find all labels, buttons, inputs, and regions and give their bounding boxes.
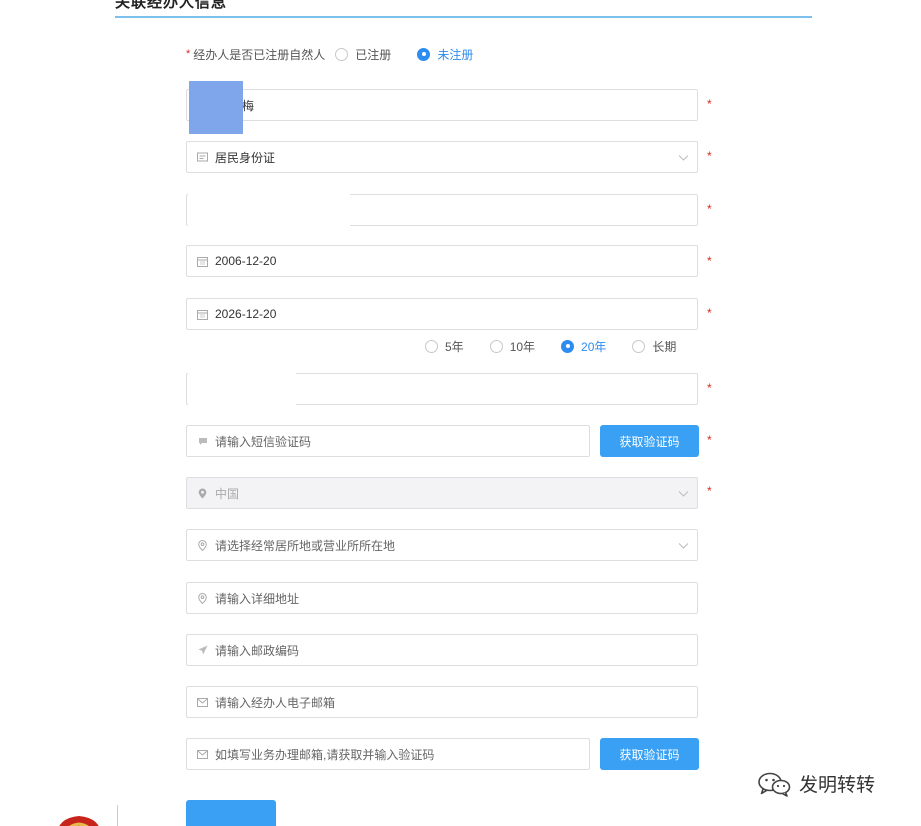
location-pin-icon [197, 539, 208, 551]
emblem-logo-icon [59, 816, 99, 826]
required-mark: * [707, 484, 712, 498]
chevron-down-icon [678, 491, 689, 497]
required-mark: * [707, 306, 712, 320]
agent-info-form-page: 关联经办人信息 * 经办人是否已注册自然人 已注册 未注册 梅 * 居民身份证 … [0, 0, 921, 826]
country-value: 中国 [215, 486, 240, 501]
radio-checked-icon[interactable] [417, 47, 431, 61]
radio-circle-icon[interactable] [632, 339, 646, 353]
valid-to-value: 2026-12-20 [215, 307, 277, 321]
agent-name-value: 梅 [242, 98, 255, 113]
sms-code-input[interactable]: 请输入短信验证码 [186, 425, 590, 457]
registration-row: * 经办人是否已注册自然人 已注册 未注册 [186, 44, 473, 64]
submit-button[interactable] [186, 800, 276, 826]
postal-code-placeholder: 请输入邮政编码 [215, 643, 300, 658]
required-mark: * [707, 254, 712, 268]
get-sms-code-button[interactable]: 获取验证码 [600, 425, 699, 457]
wechat-icon [758, 772, 791, 797]
send-icon [197, 645, 208, 656]
residence-select[interactable]: 请选择经常居所地或营业所所在地 [186, 529, 698, 561]
calendar-icon [197, 256, 208, 267]
redaction-mask [188, 368, 296, 408]
section-title: 关联经办人信息 [115, 0, 228, 11]
chevron-down-icon [678, 155, 689, 161]
business-email-placeholder: 如填写业务办理邮箱,请获取并输入验证码 [215, 747, 435, 762]
id-card-icon [197, 152, 208, 163]
radio-not-registered-label: 未注册 [437, 47, 474, 62]
chevron-down-icon [678, 543, 689, 549]
required-mark: * [707, 97, 712, 111]
radio-circle-icon[interactable] [335, 47, 349, 61]
valid-to-date-field[interactable]: 2026-12-20 [186, 298, 698, 330]
radio-circle-icon[interactable] [489, 339, 503, 353]
redaction-mask [188, 190, 350, 230]
watermark-text: 发明转转 [799, 775, 876, 796]
term-label: 5年 [445, 339, 464, 354]
term-option-10y[interactable]: 10年 [489, 338, 536, 355]
radio-checked-icon[interactable] [561, 339, 575, 353]
id-type-value: 居民身份证 [215, 150, 276, 165]
mail-icon [197, 749, 208, 760]
required-mark: * [707, 381, 712, 395]
wechat-watermark: 发明转转 [757, 770, 875, 797]
term-label: 10年 [509, 339, 536, 354]
radio-registered[interactable]: 已注册 [335, 46, 391, 63]
valid-from-date-field[interactable]: 2006-12-20 [186, 245, 698, 277]
mail-icon [197, 697, 208, 708]
valid-from-value: 2006-12-20 [215, 254, 277, 268]
business-email-input[interactable]: 如填写业务办理邮箱,请获取并输入验证码 [186, 738, 590, 770]
address-placeholder: 请输入详细地址 [215, 591, 300, 606]
calendar-icon [197, 309, 208, 320]
location-pin-icon [197, 592, 208, 604]
redaction-mask [189, 81, 243, 134]
residence-placeholder: 请选择经常居所地或营业所所在地 [215, 538, 396, 553]
footer-divider [117, 805, 118, 826]
id-type-select[interactable]: 居民身份证 [186, 141, 698, 173]
required-mark: * [707, 433, 712, 447]
agent-name-field[interactable]: 梅 [186, 89, 698, 121]
required-mark: * [186, 48, 191, 60]
term-option-long-term[interactable]: 长期 [632, 338, 676, 355]
term-label: 20年 [581, 339, 607, 354]
validity-term-radio-group: 5年 10年 20年 长期 [425, 337, 676, 355]
location-pin-icon [197, 488, 208, 499]
sms-code-placeholder: 请输入短信验证码 [215, 434, 312, 449]
section-title-underline [115, 16, 812, 18]
agent-email-input[interactable]: 请输入经办人电子邮箱 [186, 686, 698, 718]
radio-not-registered[interactable]: 未注册 [417, 46, 473, 63]
radio-circle-icon[interactable] [425, 339, 438, 353]
registration-label: 经办人是否已注册自然人 [193, 47, 326, 62]
required-mark: * [707, 149, 712, 163]
term-option-20y[interactable]: 20年 [561, 338, 606, 355]
term-label: 长期 [652, 339, 677, 354]
term-option-5y[interactable]: 5年 [425, 338, 464, 355]
message-icon [197, 436, 208, 447]
postal-code-input[interactable]: 请输入邮政编码 [186, 634, 698, 666]
radio-registered-label: 已注册 [355, 47, 392, 62]
country-select[interactable]: 中国 [186, 477, 698, 509]
get-email-code-button[interactable]: 获取验证码 [600, 738, 699, 770]
required-mark: * [707, 202, 712, 216]
address-input[interactable]: 请输入详细地址 [186, 582, 698, 614]
agent-email-placeholder: 请输入经办人电子邮箱 [215, 695, 336, 710]
